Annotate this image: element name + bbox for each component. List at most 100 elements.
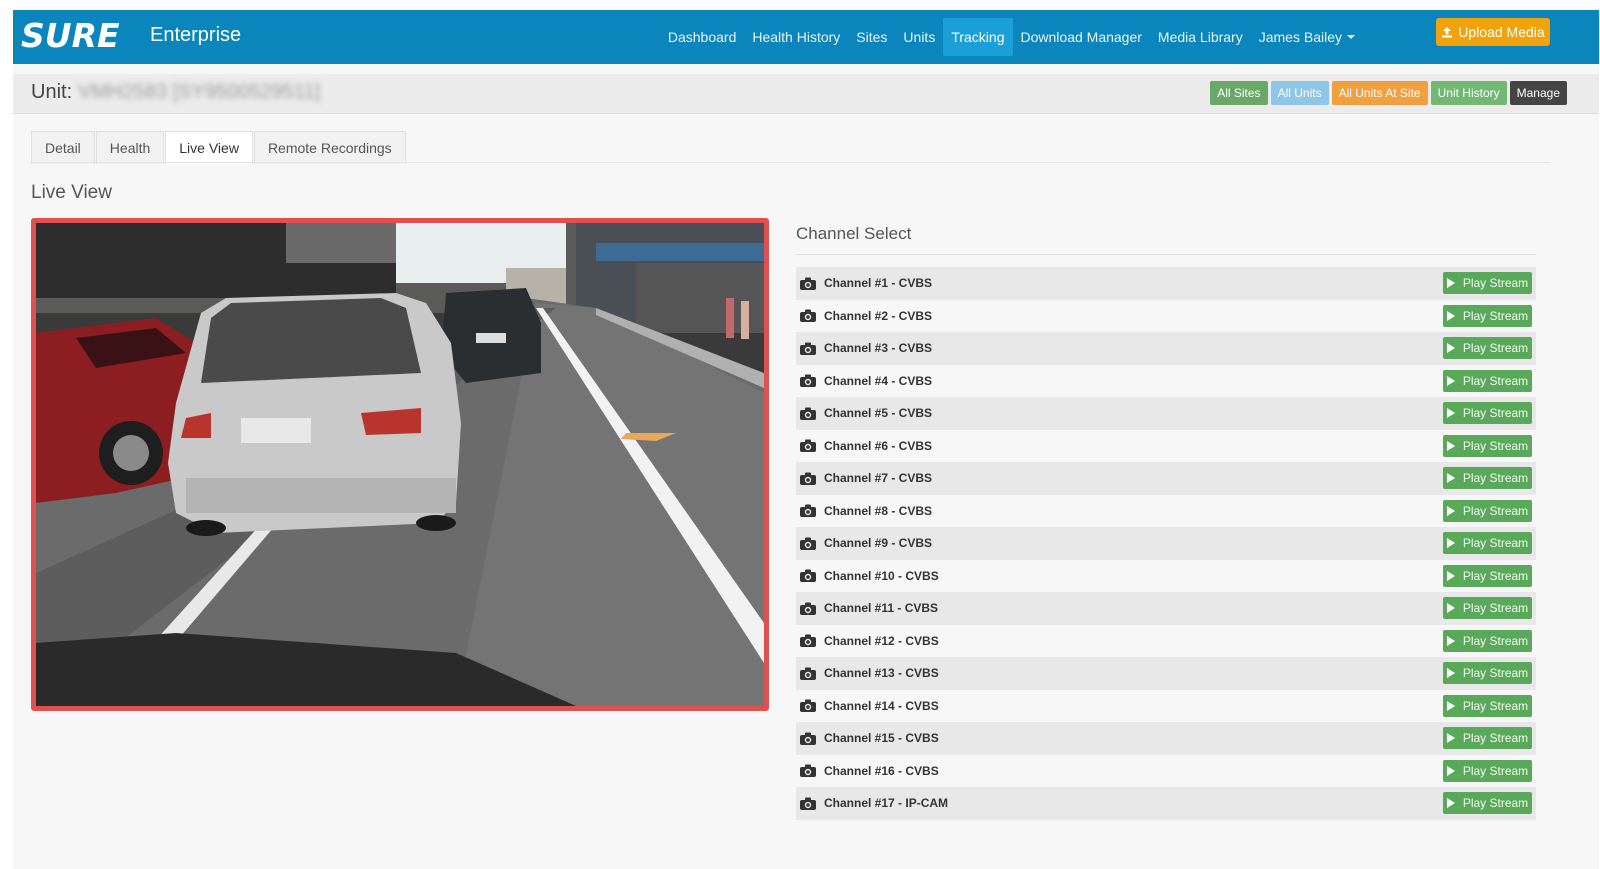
nav-sites[interactable]: Sites [848,18,895,56]
all-sites-button[interactable]: All Sites [1210,81,1268,105]
nav-units[interactable]: Units [895,18,943,56]
channel-row: Channel #4 - CVBS Play Stream [796,365,1536,398]
camera-icon [800,699,816,713]
play-stream-label: Play Stream [1462,471,1529,486]
live-video-feed[interactable] [31,218,769,711]
play-stream-label: Play Stream [1462,568,1529,583]
play-stream-label: Play Stream [1462,601,1529,616]
nav-health-history[interactable]: Health History [744,18,848,56]
play-icon [1446,505,1455,516]
all-units-button[interactable]: All Units [1270,81,1329,105]
play-icon [1446,570,1455,581]
camera-icon [800,504,816,518]
channel-info: Channel #14 - CVBS [800,699,939,713]
play-stream-button[interactable]: Play Stream [1443,759,1532,782]
camera-icon [800,472,816,485]
channel-name: Channel #10 - CVBS [824,568,939,583]
upload-icon [1442,27,1453,38]
tab-detail[interactable]: Detail [31,131,95,164]
caret-down-icon [1347,35,1355,39]
channel-row: Channel #3 - CVBS Play Stream [796,332,1536,365]
play-stream-button[interactable]: Play Stream [1443,304,1532,327]
camera-icon [800,439,816,453]
unit-history-button[interactable]: Unit History [1430,81,1507,105]
play-stream-button[interactable]: Play Stream [1443,564,1532,587]
upload-media-button[interactable]: Upload Media [1436,18,1550,46]
play-stream-button[interactable]: Play Stream [1443,662,1532,685]
tab-remote-recordings[interactable]: Remote Recordings [253,131,406,164]
unit-header: Unit: VMH2583 [SY9500529511] All Sites Al… [13,74,1599,114]
channel-row: Channel #14 - CVBS Play Stream [796,690,1536,723]
channel-info: Channel #9 - CVBS [800,536,932,550]
play-stream-label: Play Stream [1462,536,1529,551]
nav-download-manager[interactable]: Download Manager [1013,18,1150,56]
play-icon [1446,733,1455,744]
tab-divider [31,162,1551,163]
camera-icon [800,634,816,648]
tab-health[interactable]: Health [95,131,165,164]
play-stream-button[interactable]: Play Stream [1443,369,1532,392]
play-stream-button[interactable]: Play Stream [1443,694,1532,717]
play-stream-button[interactable]: Play Stream [1443,434,1532,457]
play-stream-label: Play Stream [1462,373,1529,388]
play-icon [1446,473,1455,484]
channel-name: Channel #4 - CVBS [824,373,933,388]
play-icon [1446,668,1455,679]
channel-name: Channel #5 - CVBS [824,406,933,421]
play-stream-button[interactable]: Play Stream [1443,532,1532,555]
channel-name: Channel #9 - CVBS [824,536,933,551]
channel-row: Channel #2 - CVBS Play Stream [796,300,1536,333]
channel-name: Channel #17 - IP-CAM [824,796,949,811]
play-stream-label: Play Stream [1462,796,1529,811]
play-stream-label: Play Stream [1462,698,1529,713]
play-stream-button[interactable]: Play Stream [1443,337,1532,360]
nav-dashboard[interactable]: Dashboard [660,18,745,56]
play-stream-label: Play Stream [1462,633,1529,648]
camera-icon [800,407,816,420]
nav-user-menu[interactable]: James Bailey [1251,18,1363,56]
channel-row: Channel #1 - CVBS Play Stream [796,267,1536,300]
unit-title: Unit: VMH2583 [SY9500529511] [31,81,320,104]
nav-media-library[interactable]: Media Library [1150,18,1251,56]
camera-icon [800,374,816,388]
play-stream-button[interactable]: Play Stream [1443,467,1532,490]
play-stream-label: Play Stream [1462,341,1529,356]
all-units-at-site-button[interactable]: All Units At Site [1331,81,1428,105]
channel-info: Channel #12 - CVBS [800,634,939,648]
channel-row: Channel #8 - CVBS Play Stream [796,495,1536,528]
play-stream-label: Play Stream [1462,276,1529,291]
channel-row: Channel #9 - CVBS Play Stream [796,527,1536,560]
camera-icon [800,537,816,550]
play-icon [1446,635,1455,646]
channel-row: Channel #13 - CVBS Play Stream [796,657,1536,690]
play-stream-button[interactable]: Play Stream [1443,499,1532,522]
play-stream-button[interactable]: Play Stream [1443,629,1532,652]
channel-name: Channel #11 - CVBS [824,601,939,616]
play-stream-button[interactable]: Play Stream [1443,272,1532,295]
channel-info: Channel #15 - CVBS [800,731,939,745]
play-icon [1446,375,1455,386]
camera-icon [800,309,816,323]
manage-button[interactable]: Manage [1509,81,1567,105]
sure-logo[interactable]: SURE [21,18,120,54]
play-icon [1446,538,1455,549]
play-icon [1446,310,1455,321]
channel-info: Channel #13 - CVBS [800,666,939,680]
channel-list: Channel #1 - CVBS Play Stream Channel #2 -… [796,267,1536,820]
main-panel: Detail Health Live View Remote Recordings L… [16,114,1571,849]
nav-tracking[interactable]: Tracking [943,18,1013,56]
play-icon [1446,278,1455,289]
live-view-title: Live View [31,182,112,203]
tab-live-view[interactable]: Live View [165,131,253,164]
play-stream-button[interactable]: Play Stream [1443,727,1532,750]
channel-info: Channel #5 - CVBS [800,406,932,420]
play-stream-label: Play Stream [1462,666,1529,681]
play-stream-button[interactable]: Play Stream [1443,792,1532,815]
channel-info: Channel #10 - CVBS [800,569,939,583]
play-icon [1446,798,1455,809]
play-stream-button[interactable]: Play Stream [1443,402,1532,425]
play-icon [1446,603,1455,614]
channel-row: Channel #7 - CVBS Play Stream [796,462,1536,495]
camera-icon [800,797,816,810]
play-stream-button[interactable]: Play Stream [1443,597,1532,620]
